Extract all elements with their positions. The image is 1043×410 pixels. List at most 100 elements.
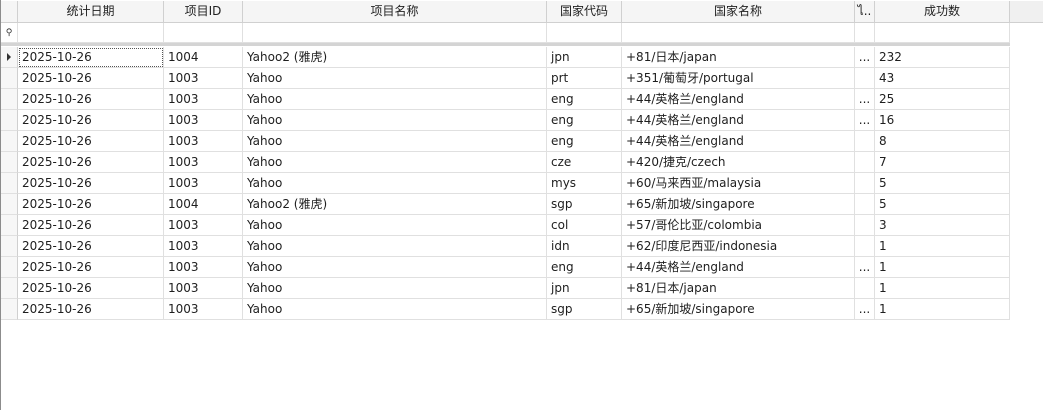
- cell-country-name[interactable]: +81/日本/japan: [622, 47, 855, 68]
- cell-country-code[interactable]: eng: [547, 131, 622, 152]
- cell-date[interactable]: 2025-10-26: [18, 215, 164, 236]
- cell-extra[interactable]: ...: [855, 89, 875, 110]
- table-row[interactable]: 2025-10-26 1003 Yahoo eng +44/英格兰/england...…: [1, 110, 1011, 131]
- cell-country-code[interactable]: eng: [547, 257, 622, 278]
- cell-project-name[interactable]: Yahoo: [243, 68, 547, 89]
- cell-extra[interactable]: [855, 173, 875, 194]
- cell-success-count[interactable]: 1: [875, 278, 1010, 299]
- cell-country-name[interactable]: +44/英格兰/england: [622, 131, 855, 152]
- cell-project-name[interactable]: Yahoo: [243, 152, 547, 173]
- cell-extra[interactable]: [855, 215, 875, 236]
- cell-success-count[interactable]: 1: [875, 299, 1010, 320]
- cell-country-name[interactable]: +65/新加坡/singapore: [622, 194, 855, 215]
- row-indicator[interactable]: [1, 173, 18, 194]
- cell-project-name[interactable]: Yahoo: [243, 299, 547, 320]
- cell-country-code[interactable]: col: [547, 215, 622, 236]
- cell-date[interactable]: 2025-10-26: [18, 89, 164, 110]
- filter-date[interactable]: [18, 23, 164, 43]
- cell-date[interactable]: 2025-10-26: [18, 173, 164, 194]
- filter-country-code[interactable]: [547, 23, 622, 43]
- cell-extra[interactable]: [855, 131, 875, 152]
- data-grid[interactable]: 统计日期 项目ID 项目名称 国家代码 国家名称 ไ.. 成功数 ⚲ 2025-…: [0, 0, 1043, 410]
- cell-date[interactable]: 2025-10-26: [18, 278, 164, 299]
- cell-project-id[interactable]: 1003: [164, 278, 243, 299]
- cell-date[interactable]: 2025-10-26: [18, 152, 164, 173]
- cell-extra[interactable]: [855, 68, 875, 89]
- cell-project-id[interactable]: 1003: [164, 131, 243, 152]
- filter-project-name[interactable]: [243, 23, 547, 43]
- cell-extra[interactable]: ...: [855, 257, 875, 278]
- cell-project-name[interactable]: Yahoo: [243, 173, 547, 194]
- header-date[interactable]: 统计日期: [18, 1, 164, 22]
- cell-date[interactable]: 2025-10-26: [18, 257, 164, 278]
- cell-country-name[interactable]: +351/葡萄牙/portugal: [622, 68, 855, 89]
- cell-country-name[interactable]: +57/哥伦比亚/colombia: [622, 215, 855, 236]
- cell-date[interactable]: 2025-10-26: [18, 110, 164, 131]
- cell-project-id[interactable]: 1003: [164, 89, 243, 110]
- row-indicator[interactable]: [1, 89, 18, 110]
- cell-date[interactable]: 2025-10-26: [18, 68, 164, 89]
- row-indicator[interactable]: [1, 110, 18, 131]
- cell-country-name[interactable]: +44/英格兰/england: [622, 89, 855, 110]
- header-extra[interactable]: ไ..: [855, 1, 875, 22]
- cell-country-code[interactable]: mys: [547, 173, 622, 194]
- row-indicator[interactable]: [1, 299, 18, 320]
- cell-project-name[interactable]: Yahoo: [243, 257, 547, 278]
- table-row[interactable]: 2025-10-26 1003 Yahoo idn +62/印度尼西亚/indonesi…: [1, 236, 1011, 257]
- cell-country-name[interactable]: +44/英格兰/england: [622, 257, 855, 278]
- cell-success-count[interactable]: 232: [875, 47, 1010, 68]
- cell-country-code[interactable]: cze: [547, 152, 622, 173]
- header-country-code[interactable]: 国家代码: [547, 1, 622, 22]
- row-indicator[interactable]: [1, 278, 18, 299]
- row-indicator[interactable]: [1, 152, 18, 173]
- cell-project-name[interactable]: Yahoo2 (雅虎): [243, 194, 547, 215]
- cell-project-id[interactable]: 1003: [164, 152, 243, 173]
- table-row[interactable]: 2025-10-26 1003 Yahoo eng +44/英格兰/england...…: [1, 89, 1011, 110]
- cell-project-name[interactable]: Yahoo: [243, 89, 547, 110]
- header-success-count[interactable]: 成功数: [875, 1, 1010, 22]
- cell-country-name[interactable]: +60/马来西亚/malaysia: [622, 173, 855, 194]
- table-row[interactable]: 2025-10-26 1003 Yahoo jpn +81/日本/japan 1: [1, 278, 1011, 299]
- cell-country-code[interactable]: sgp: [547, 194, 622, 215]
- row-indicator[interactable]: [1, 47, 18, 68]
- cell-project-id[interactable]: 1003: [164, 68, 243, 89]
- cell-country-code[interactable]: eng: [547, 89, 622, 110]
- cell-extra[interactable]: [855, 236, 875, 257]
- cell-success-count[interactable]: 5: [875, 173, 1010, 194]
- cell-country-name[interactable]: +81/日本/japan: [622, 278, 855, 299]
- row-indicator[interactable]: [1, 131, 18, 152]
- cell-country-code[interactable]: sgp: [547, 299, 622, 320]
- row-indicator[interactable]: [1, 236, 18, 257]
- cell-country-name[interactable]: +420/捷克/czech: [622, 152, 855, 173]
- cell-success-count[interactable]: 16: [875, 110, 1010, 131]
- cell-country-code[interactable]: prt: [547, 68, 622, 89]
- cell-project-name[interactable]: Yahoo: [243, 278, 547, 299]
- cell-success-count[interactable]: 43: [875, 68, 1010, 89]
- cell-country-code[interactable]: jpn: [547, 278, 622, 299]
- cell-country-code[interactable]: eng: [547, 110, 622, 131]
- cell-country-name[interactable]: +62/印度尼西亚/indonesia: [622, 236, 855, 257]
- cell-project-name[interactable]: Yahoo2 (雅虎): [243, 47, 547, 68]
- cell-extra[interactable]: [855, 194, 875, 215]
- row-indicator[interactable]: [1, 68, 18, 89]
- cell-date[interactable]: 2025-10-26: [18, 236, 164, 257]
- cell-project-id[interactable]: 1003: [164, 299, 243, 320]
- table-row[interactable]: 2025-10-26 1003 Yahoo prt +351/葡萄牙/portugal 4…: [1, 68, 1011, 89]
- table-row[interactable]: 2025-10-26 1003 Yahoo cze +420/捷克/czech 7: [1, 152, 1011, 173]
- cell-project-id[interactable]: 1004: [164, 194, 243, 215]
- cell-success-count[interactable]: 5: [875, 194, 1010, 215]
- filter-country-name[interactable]: [622, 23, 855, 43]
- cell-project-name[interactable]: Yahoo: [243, 131, 547, 152]
- filter-extra[interactable]: [855, 23, 875, 43]
- header-project-id[interactable]: 项目ID: [164, 1, 243, 22]
- cell-date[interactable]: 2025-10-26: [18, 47, 164, 68]
- table-row[interactable]: 2025-10-26 1003 Yahoo eng +44/英格兰/england 8: [1, 131, 1011, 152]
- table-row[interactable]: 2025-10-26 1003 Yahoo mys +60/马来西亚/malaysia 5: [1, 173, 1011, 194]
- cell-project-name[interactable]: Yahoo: [243, 110, 547, 131]
- cell-date[interactable]: 2025-10-26: [18, 299, 164, 320]
- cell-country-code[interactable]: jpn: [547, 47, 622, 68]
- cell-country-name[interactable]: +65/新加坡/singapore: [622, 299, 855, 320]
- cell-success-count[interactable]: 1: [875, 257, 1010, 278]
- row-indicator[interactable]: [1, 215, 18, 236]
- cell-date[interactable]: 2025-10-26: [18, 194, 164, 215]
